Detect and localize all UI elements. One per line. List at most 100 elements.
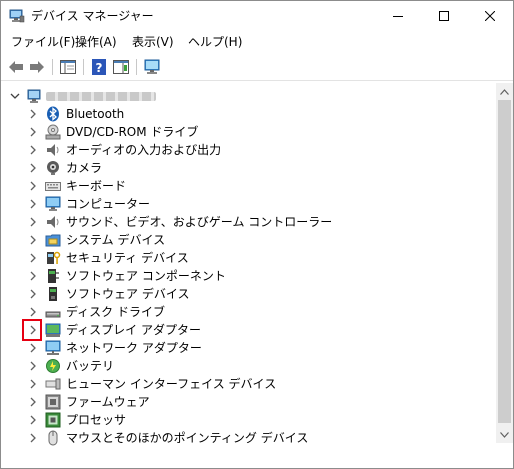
tree-item-computer[interactable]: コンピューター bbox=[1, 195, 496, 213]
tree-item-security-devices[interactable]: セキュリティ デバイス bbox=[1, 249, 496, 267]
close-icon bbox=[485, 11, 495, 21]
tree-item-mice[interactable]: マウスとそのほかのポインティング デバイス bbox=[1, 429, 496, 447]
scrollbar-thumb[interactable] bbox=[498, 100, 511, 423]
title-bar[interactable]: デバイス マネージャー bbox=[1, 1, 513, 31]
chevron-right-icon[interactable] bbox=[28, 181, 38, 191]
tree-item-label: DVD/CD-ROM ドライブ bbox=[66, 125, 199, 139]
chevron-down-icon[interactable] bbox=[10, 91, 20, 101]
tree-item-label: ディスプレイ アダプター bbox=[66, 323, 201, 337]
tree-item-keyboard[interactable]: キーボード bbox=[1, 177, 496, 195]
monitor-icon bbox=[45, 196, 61, 211]
hid-icon bbox=[45, 378, 61, 390]
chevron-right-icon[interactable] bbox=[28, 289, 38, 299]
tree-item-label: キーボード bbox=[66, 179, 127, 193]
display-adapter-icon bbox=[45, 323, 61, 337]
menu-bar: ファイル(F) 操作(A) 表示(V) ヘルプ(H) bbox=[1, 31, 513, 53]
tree-item-software-components[interactable]: ソフトウェア コンポーネント bbox=[1, 267, 496, 285]
chevron-right-icon[interactable] bbox=[28, 199, 38, 209]
chevron-right-icon[interactable] bbox=[28, 109, 38, 119]
tree-item-hid[interactable]: ヒューマン インターフェイス デバイス bbox=[1, 375, 496, 393]
network-adapter-icon bbox=[45, 340, 61, 355]
scroll-down-icon bbox=[500, 431, 509, 438]
console-tree-icon bbox=[60, 60, 76, 74]
tree-item-label: サウンド、ビデオ、およびゲーム コントローラー bbox=[66, 215, 333, 229]
window-title: デバイス マネージャー bbox=[31, 9, 154, 23]
software-device-icon bbox=[49, 287, 57, 301]
tree-item-audio-io[interactable]: オーディオの入力および出力 bbox=[1, 141, 496, 159]
device-manager-window: デバイス マネージャー ファイル(F) 操作(A) 表示(V) ヘルプ(H) ? bbox=[0, 0, 514, 469]
tree-item-disk-drives[interactable]: ディスク ドライブ bbox=[1, 303, 496, 321]
tree-item-display-adapters[interactable]: ディスプレイ アダプター bbox=[1, 321, 496, 339]
chevron-right-icon[interactable] bbox=[28, 271, 38, 281]
forward-button[interactable] bbox=[28, 58, 46, 76]
forward-arrow-icon bbox=[30, 61, 44, 73]
minimize-icon bbox=[393, 16, 403, 17]
tree-item-label: マウスとそのほかのポインティング デバイス bbox=[66, 431, 309, 445]
speaker-icon bbox=[47, 216, 59, 228]
chevron-right-icon[interactable] bbox=[28, 415, 38, 425]
action-pane-icon bbox=[113, 60, 129, 74]
tree-item-system-devices[interactable]: システム デバイス bbox=[1, 231, 496, 249]
close-button[interactable] bbox=[467, 1, 513, 31]
show-hide-console-tree-button[interactable] bbox=[59, 58, 77, 76]
maximize-icon bbox=[439, 11, 449, 21]
help-button[interactable]: ? bbox=[90, 58, 108, 76]
computer-root-icon bbox=[27, 89, 41, 103]
svg-text:?: ? bbox=[96, 61, 103, 75]
menu-action[interactable]: 操作(A) bbox=[75, 34, 117, 50]
chevron-right-icon[interactable] bbox=[28, 379, 38, 389]
tree-item-dvd-cd-rom[interactable]: DVD/CD-ROM ドライブ bbox=[1, 123, 496, 141]
menu-file[interactable]: ファイル(F) bbox=[11, 34, 75, 50]
scan-hardware-changes-button[interactable] bbox=[144, 58, 162, 76]
device-manager-app-icon bbox=[9, 9, 25, 23]
toolbar: ? bbox=[1, 53, 513, 81]
mouse-icon bbox=[48, 430, 58, 446]
scan-hardware-icon bbox=[144, 59, 160, 74]
tree-item-network-adapters[interactable]: ネットワーク アダプター bbox=[1, 339, 496, 357]
minimize-button[interactable] bbox=[375, 1, 421, 31]
show-action-pane-button[interactable] bbox=[112, 58, 130, 76]
tree-item-batteries[interactable]: バッテリ bbox=[1, 357, 496, 375]
tree-item-label: カメラ bbox=[66, 161, 103, 175]
tree-item-bluetooth[interactable]: Bluetooth bbox=[1, 105, 496, 123]
tree-item-sound-video-game[interactable]: サウンド、ビデオ、およびゲーム コントローラー bbox=[1, 213, 496, 231]
tree-item-camera[interactable]: カメラ bbox=[1, 159, 496, 177]
chevron-right-icon[interactable] bbox=[28, 307, 38, 317]
chevron-right-icon[interactable] bbox=[28, 397, 38, 407]
back-button[interactable] bbox=[7, 58, 25, 76]
tree-item-label: ソフトウェア コンポーネント bbox=[66, 269, 226, 283]
camera-icon bbox=[47, 161, 59, 175]
menu-help[interactable]: ヘルプ(H) bbox=[188, 34, 242, 50]
chevron-right-icon[interactable] bbox=[28, 343, 38, 353]
chevron-right-icon[interactable] bbox=[28, 127, 38, 137]
tree-item-processors[interactable]: プロセッサ bbox=[1, 411, 496, 429]
chevron-right-icon[interactable] bbox=[28, 235, 38, 245]
tree-item-label: バッテリ bbox=[66, 359, 115, 373]
chevron-right-icon[interactable] bbox=[28, 433, 38, 443]
chevron-right-icon[interactable] bbox=[28, 217, 38, 227]
tree-item-label: オーディオの入力および出力 bbox=[66, 143, 222, 157]
tree-item-software-devices[interactable]: ソフトウェア デバイス bbox=[1, 285, 496, 303]
chevron-right-icon[interactable] bbox=[28, 253, 38, 263]
highlight-box bbox=[22, 319, 42, 341]
processor-icon bbox=[45, 412, 61, 428]
vertical-scrollbar[interactable] bbox=[496, 83, 513, 443]
chevron-right-icon[interactable] bbox=[28, 163, 38, 173]
menu-view[interactable]: 表示(V) bbox=[132, 34, 174, 50]
maximize-button[interactable] bbox=[421, 1, 467, 31]
toolbar-separator bbox=[83, 59, 84, 75]
scroll-up-button[interactable] bbox=[496, 83, 513, 100]
bluetooth-icon bbox=[47, 106, 59, 122]
battery-icon bbox=[46, 359, 60, 373]
firmware-icon bbox=[45, 394, 61, 410]
tree-item-label: システム デバイス bbox=[66, 233, 166, 247]
folder-chip-icon bbox=[45, 234, 61, 247]
tree-item-firmware[interactable]: ファームウェア bbox=[1, 393, 496, 411]
tree-root-computer[interactable] bbox=[1, 87, 496, 105]
help-icon: ? bbox=[92, 59, 106, 75]
chevron-right-icon[interactable] bbox=[28, 361, 38, 371]
tree-item-label: ヒューマン インターフェイス デバイス bbox=[66, 377, 277, 391]
tree-item-label: セキュリティ デバイス bbox=[66, 251, 189, 265]
scroll-down-button[interactable] bbox=[496, 426, 513, 443]
chevron-right-icon[interactable] bbox=[28, 145, 38, 155]
